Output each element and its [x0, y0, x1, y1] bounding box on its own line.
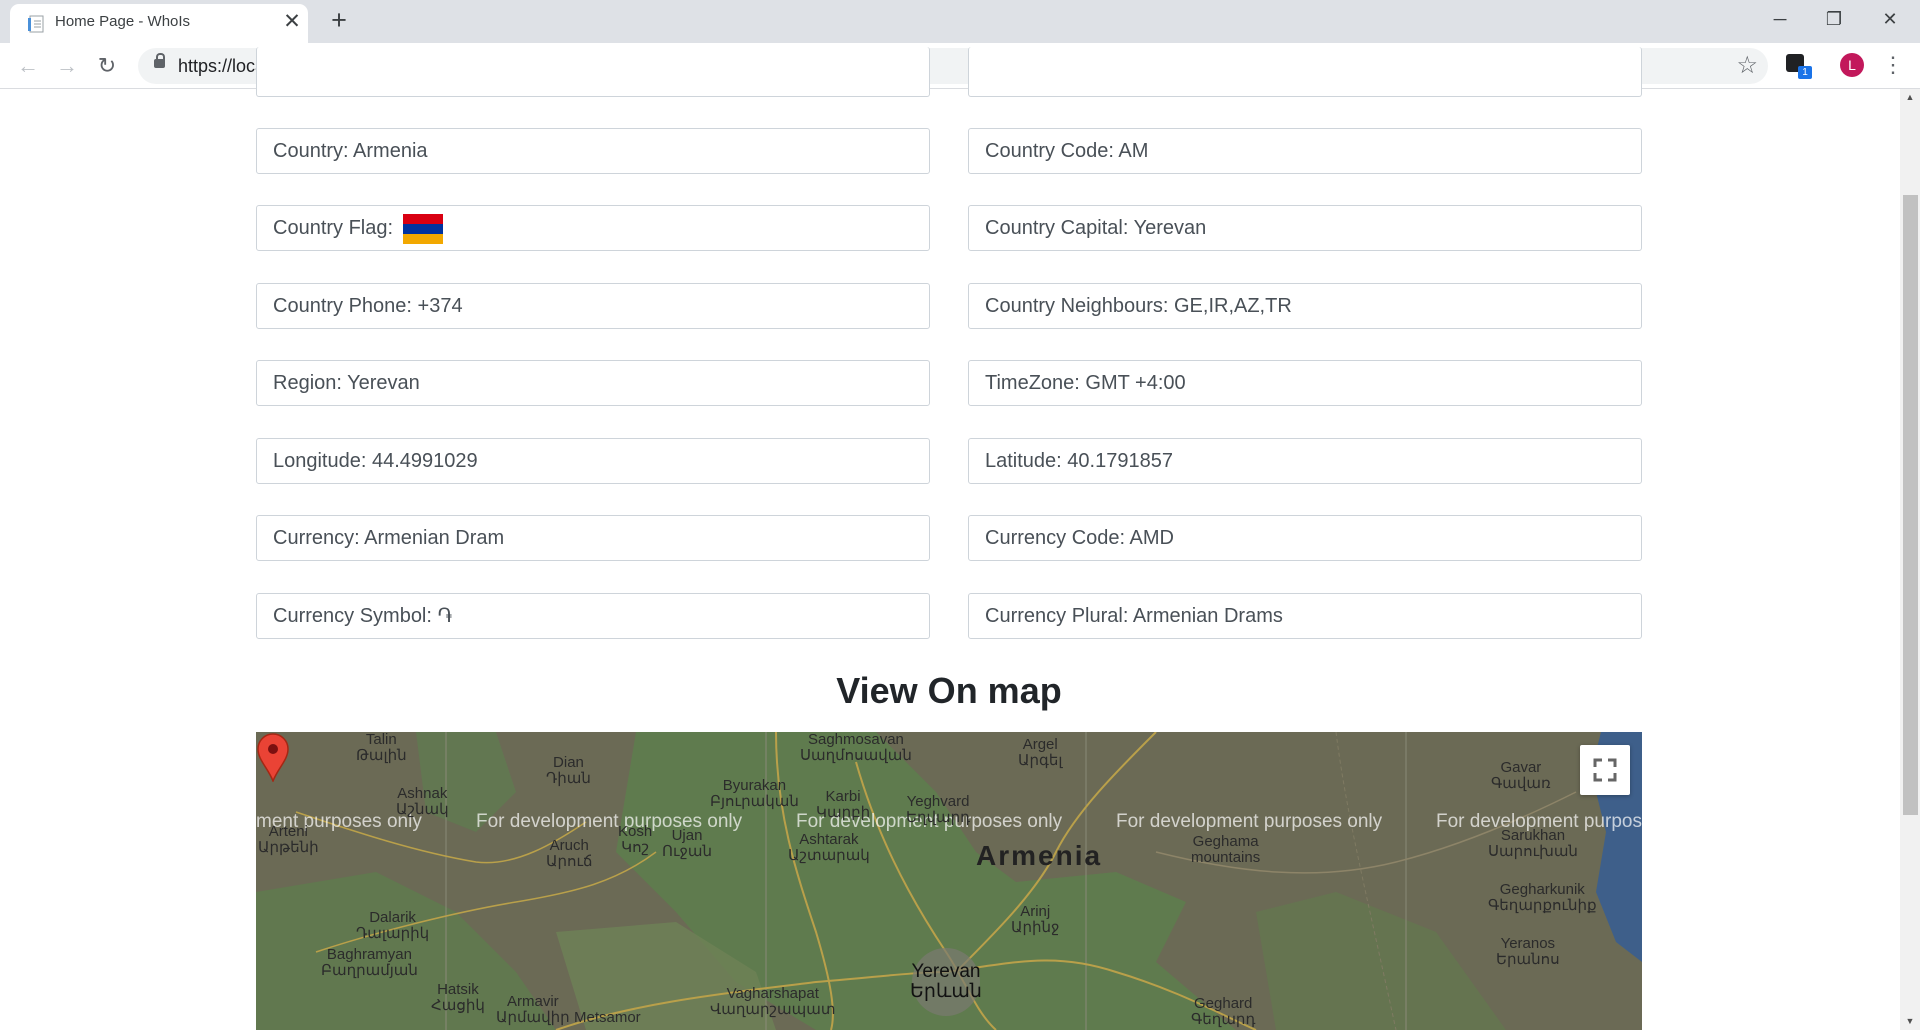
field-latitude[interactable]: Latitude: 40.1791857: [968, 438, 1642, 484]
profile-avatar[interactable]: L: [1840, 53, 1864, 77]
field-country-neighbours[interactable]: Country Neighbours: GE,IR,AZ,TR: [968, 283, 1642, 329]
field-currency[interactable]: Currency: Armenian Dram: [256, 515, 930, 561]
map-place: Gavar Գավառ: [1491, 759, 1551, 792]
map-place: Saghmosavan Սաղմոսավան: [800, 732, 912, 764]
map-place: Dalarik Դալարիկ: [356, 909, 430, 942]
tab-close-icon[interactable]: ✕: [280, 10, 304, 34]
map-place: Byurakan Բյուրական: [710, 777, 799, 810]
fullscreen-button[interactable]: [1580, 745, 1630, 795]
map-place: Arteni Արթենի: [258, 823, 319, 856]
field-country-flag[interactable]: Country Flag:: [256, 205, 930, 251]
bookmark-star-icon[interactable]: ☆: [1736, 52, 1758, 80]
map-place: Sarukhan Սարուխան: [1488, 827, 1578, 860]
tab-title: Home Page - WhoIs: [55, 13, 191, 30]
map-marker-icon[interactable]: [256, 732, 290, 782]
armenia-flag-icon: [402, 213, 443, 244]
map-heading: View On map: [836, 670, 1062, 711]
field-country-capital[interactable]: Country Capital: Yerevan: [968, 205, 1642, 251]
new-tab-button[interactable]: +: [324, 6, 354, 36]
map-place: Argel Արգել: [1018, 736, 1063, 769]
scroll-up-arrow-icon[interactable]: ▲: [1900, 89, 1920, 106]
scrollbar-thumb[interactable]: [1903, 195, 1918, 815]
forward-icon[interactable]: →: [51, 50, 83, 82]
map-place: Baghramyan Բաղրամյան: [321, 946, 418, 979]
map-place: Karbi Կարբի: [816, 788, 871, 821]
extension-icon[interactable]: 1: [1784, 51, 1812, 79]
map-place: Armavir Արմավիր: [496, 993, 570, 1026]
page-icon: [28, 15, 44, 33]
extension-badge: 1: [1798, 66, 1812, 79]
reload-icon[interactable]: ↻: [91, 50, 123, 82]
field-region[interactable]: Region: Yerevan: [256, 360, 930, 406]
dev-watermark: For development purposes only: [1116, 811, 1383, 832]
map-place: Arinj Արինջ: [1011, 903, 1060, 936]
tab-home-page[interactable]: Home Page - WhoIs ✕: [10, 4, 308, 43]
map-place: Ujan Ուջան: [662, 827, 713, 860]
map-place: Geghard Գեղարդ: [1191, 995, 1256, 1028]
field-country-code[interactable]: Country Code: AM: [968, 128, 1642, 174]
scroll-down-arrow-icon[interactable]: ▼: [1900, 1013, 1920, 1030]
map-place-yerevan: Yerevan Երևան: [910, 961, 982, 1002]
window-close-button[interactable]: ✕: [1862, 0, 1918, 40]
browser-menu-icon[interactable]: ⋮: [1880, 52, 1906, 78]
map-place: Geghama mountains: [1191, 833, 1261, 866]
field-country[interactable]: Country: Armenia: [256, 128, 930, 174]
map-place: Hatsik Հացիկ: [431, 981, 485, 1014]
map-place: Aruch Արուճ: [546, 837, 593, 870]
map-place: Talin Թալին: [356, 732, 407, 764]
field-timezone[interactable]: TimeZone: GMT +4:00: [968, 360, 1642, 406]
map-place: Vagharshapat Վաղարշապատ: [710, 985, 836, 1018]
lock-icon: [154, 53, 165, 68]
field-country-phone[interactable]: Country Phone: +374: [256, 283, 930, 329]
page-scrollbar[interactable]: ▲ ▼: [1900, 89, 1920, 1030]
back-icon[interactable]: ←: [12, 50, 44, 82]
map-place: Ashtarak Աշտարակ: [788, 831, 870, 864]
field-longitude[interactable]: Longitude: 44.4991029: [256, 438, 930, 484]
map-place: Gegharkunik Գեղարքունիք: [1488, 881, 1597, 914]
field-partial-right: [968, 47, 1642, 97]
field-currency-code[interactable]: Currency Code: AMD: [968, 515, 1642, 561]
field-currency-plural[interactable]: Currency Plural: Armenian Drams: [968, 593, 1642, 639]
field-currency-symbol[interactable]: Currency Symbol: ֏: [256, 593, 930, 639]
minimize-button[interactable]: ─: [1752, 0, 1808, 40]
map-place: Dian Դիան: [546, 754, 591, 787]
map-place: Kosh Կոշ: [618, 823, 653, 856]
map-place: Yeghvard Եղվարդ: [906, 793, 971, 826]
map-place: Metsamor: [574, 1009, 641, 1026]
map-place: Ashnak Աշնակ: [396, 785, 449, 818]
fullscreen-icon: [1593, 758, 1617, 782]
map-country-label: Armenia: [976, 840, 1103, 871]
tab-strip: Home Page - WhoIs ✕ + ─ ❐ ✕: [0, 0, 1920, 43]
google-map[interactable]: ment purposes only For development purpo…: [256, 732, 1642, 1030]
field-partial-left: [256, 47, 930, 97]
country-flag-label: Country Flag:: [273, 217, 394, 239]
restore-button[interactable]: ❐: [1806, 0, 1862, 40]
map-place: Yeranos Երանոս: [1496, 935, 1560, 968]
